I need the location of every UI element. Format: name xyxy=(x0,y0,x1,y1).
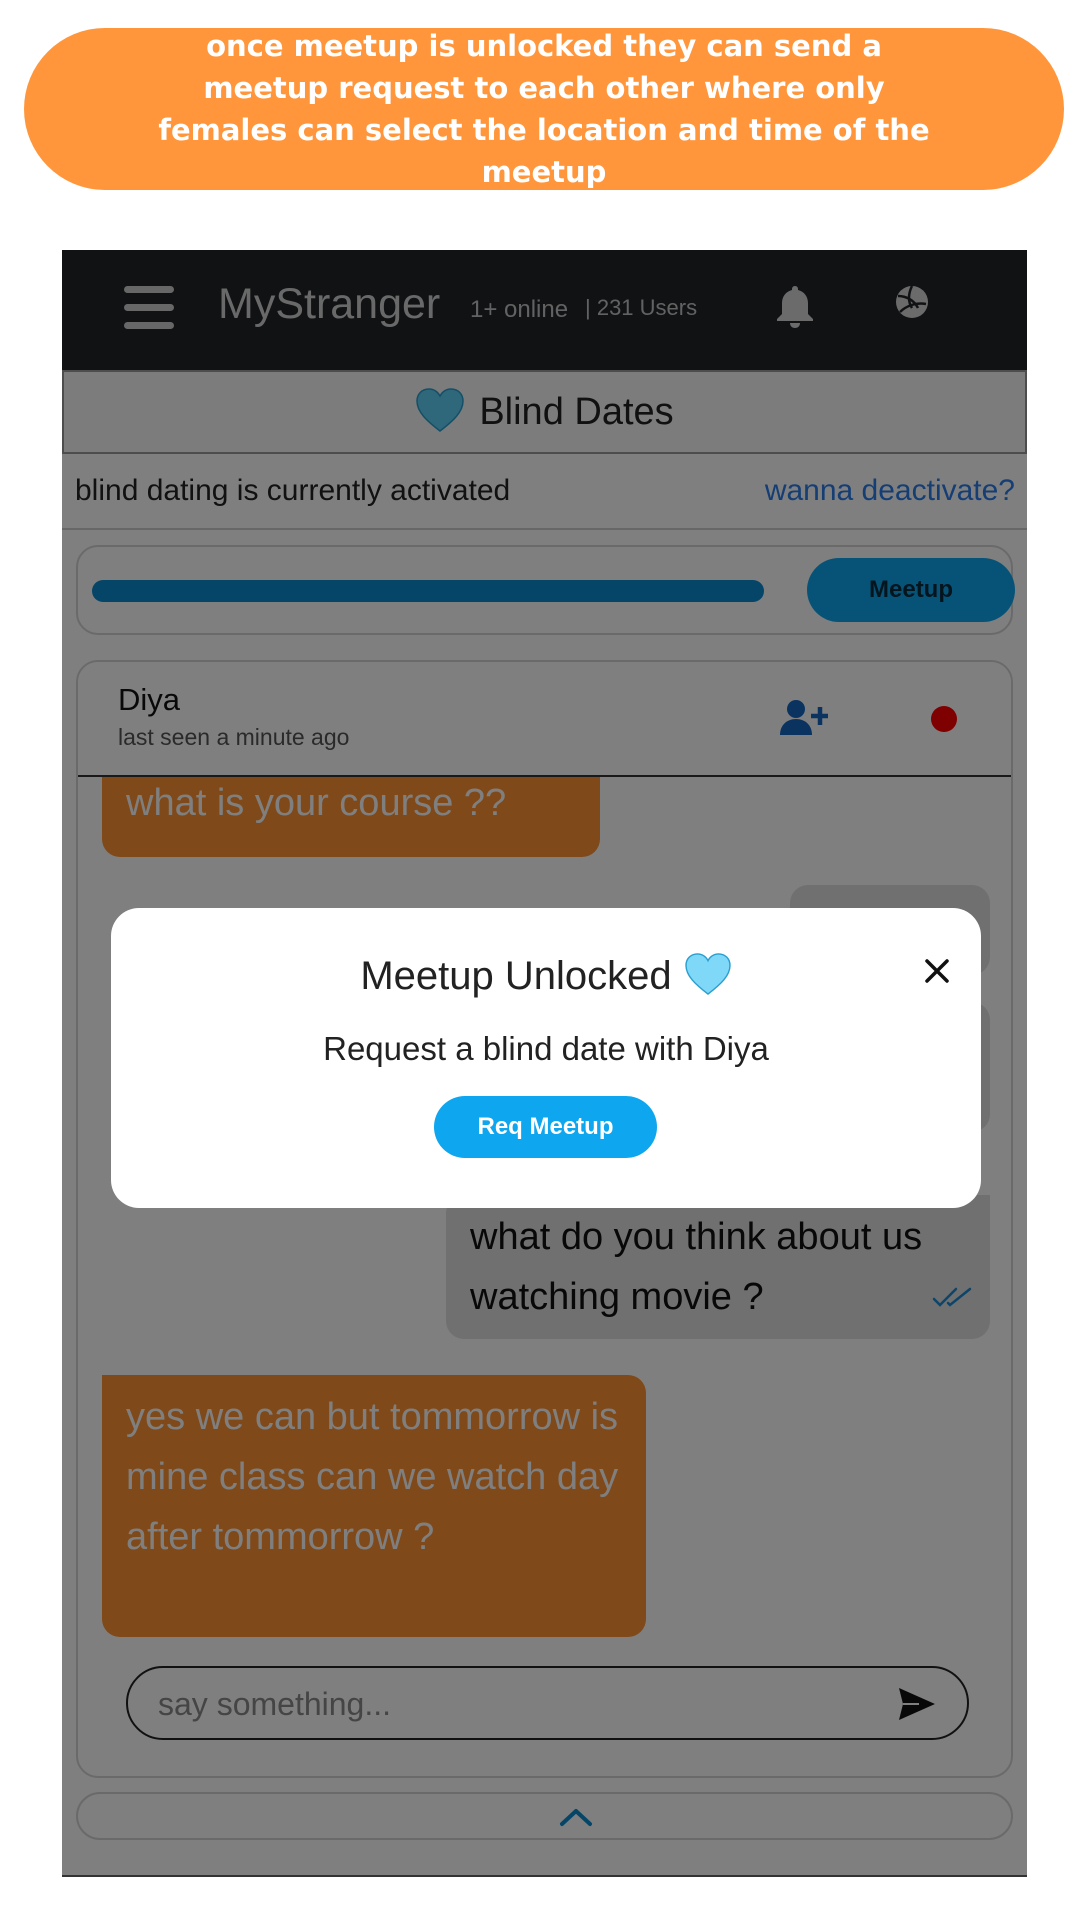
req-meetup-button[interactable]: Req Meetup xyxy=(434,1096,657,1158)
modal-subtitle: Request a blind date with Diya xyxy=(323,1030,769,1067)
app-screen: MyStranger 1+ online | 231 Users Blind D… xyxy=(62,250,1027,1877)
close-icon[interactable] xyxy=(924,958,950,989)
modal-title-row: Meetup Unlocked xyxy=(111,952,981,1001)
blue-heart-icon xyxy=(684,952,732,1001)
info-callout: once meetup is unlocked they can send a … xyxy=(24,28,1064,190)
modal-title: Meetup Unlocked xyxy=(360,954,672,998)
callout-text: once meetup is unlocked they can send a … xyxy=(158,29,930,189)
meetup-unlocked-modal: Meetup Unlocked Request a blind date wit… xyxy=(111,908,981,1208)
